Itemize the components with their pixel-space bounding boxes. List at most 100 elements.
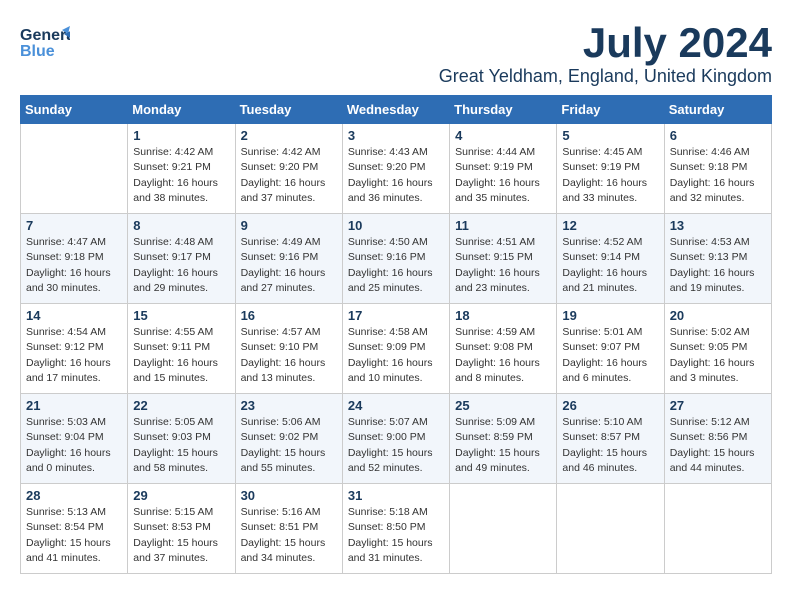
day-info: Sunrise: 4:59 AMSunset: 9:08 PMDaylight:… bbox=[455, 325, 551, 386]
day-number: 23 bbox=[241, 398, 337, 413]
calendar-cell: 30 Sunrise: 5:16 AMSunset: 8:51 PMDayligh… bbox=[235, 484, 342, 574]
day-info: Sunrise: 4:50 AMSunset: 9:16 PMDaylight:… bbox=[348, 235, 444, 296]
day-info: Sunrise: 5:12 AMSunset: 8:56 PMDaylight:… bbox=[670, 415, 766, 476]
day-info: Sunrise: 5:09 AMSunset: 8:59 PMDaylight:… bbox=[455, 415, 551, 476]
calendar-cell: 8 Sunrise: 4:48 AMSunset: 9:17 PMDaylight… bbox=[128, 214, 235, 304]
calendar-cell bbox=[450, 484, 557, 574]
logo-icon: General Blue bbox=[20, 20, 70, 65]
day-number: 12 bbox=[562, 218, 658, 233]
day-info: Sunrise: 5:05 AMSunset: 9:03 PMDaylight:… bbox=[133, 415, 229, 476]
day-number: 31 bbox=[348, 488, 444, 503]
day-number: 21 bbox=[26, 398, 122, 413]
day-number: 30 bbox=[241, 488, 337, 503]
day-info: Sunrise: 5:03 AMSunset: 9:04 PMDaylight:… bbox=[26, 415, 122, 476]
calendar-header: SundayMondayTuesdayWednesdayThursdayFrid… bbox=[21, 96, 772, 124]
header: General Blue July 2024 Great Yeldham, En… bbox=[20, 20, 772, 87]
calendar-cell: 31 Sunrise: 5:18 AMSunset: 8:50 PMDayligh… bbox=[342, 484, 449, 574]
day-number: 27 bbox=[670, 398, 766, 413]
calendar-cell: 11 Sunrise: 4:51 AMSunset: 9:15 PMDayligh… bbox=[450, 214, 557, 304]
day-number: 28 bbox=[26, 488, 122, 503]
calendar-cell: 17Sunrise: 4:58 AMSunset: 9:09 PMDayligh… bbox=[342, 304, 449, 394]
day-info: Sunrise: 5:07 AMSunset: 9:00 PMDaylight:… bbox=[348, 415, 444, 476]
calendar-cell: 10 Sunrise: 4:50 AMSunset: 9:16 PMDayligh… bbox=[342, 214, 449, 304]
day-number: 26 bbox=[562, 398, 658, 413]
logo: General Blue bbox=[20, 20, 70, 70]
day-number: 16 bbox=[241, 308, 337, 323]
calendar-cell: 6 Sunrise: 4:46 AMSunset: 9:18 PMDaylight… bbox=[664, 124, 771, 214]
day-header-sunday: Sunday bbox=[21, 96, 128, 124]
day-number: 8 bbox=[133, 218, 229, 233]
day-info: Sunrise: 4:57 AMSunset: 9:10 PMDaylight:… bbox=[241, 325, 337, 386]
day-info: Sunrise: 4:47 AMSunset: 9:18 PMDaylight:… bbox=[26, 235, 122, 296]
week-row-2: 7Sunrise: 4:47 AMSunset: 9:18 PMDaylight… bbox=[21, 214, 772, 304]
title-area: July 2024 Great Yeldham, England, United… bbox=[439, 20, 772, 87]
day-header-monday: Monday bbox=[128, 96, 235, 124]
day-number: 15 bbox=[133, 308, 229, 323]
day-number: 1 bbox=[133, 128, 229, 143]
day-info: Sunrise: 4:48 AMSunset: 9:17 PMDaylight:… bbox=[133, 235, 229, 296]
week-row-4: 21 Sunrise: 5:03 AMSunset: 9:04 PMDayligh… bbox=[21, 394, 772, 484]
calendar-cell: 15 Sunrise: 4:55 AMSunset: 9:11 PMDayligh… bbox=[128, 304, 235, 394]
calendar-cell: 28Sunrise: 5:13 AMSunset: 8:54 PMDayligh… bbox=[21, 484, 128, 574]
day-number: 19 bbox=[562, 308, 658, 323]
day-info: Sunrise: 5:02 AMSunset: 9:05 PMDaylight:… bbox=[670, 325, 766, 386]
calendar-cell: 7Sunrise: 4:47 AMSunset: 9:18 PMDaylight… bbox=[21, 214, 128, 304]
day-info: Sunrise: 4:45 AMSunset: 9:19 PMDaylight:… bbox=[562, 145, 658, 206]
calendar-cell: 1 Sunrise: 4:42 AMSunset: 9:21 PMDaylight… bbox=[128, 124, 235, 214]
day-info: Sunrise: 4:53 AMSunset: 9:13 PMDaylight:… bbox=[670, 235, 766, 296]
day-header-friday: Friday bbox=[557, 96, 664, 124]
day-info: Sunrise: 5:15 AMSunset: 8:53 PMDaylight:… bbox=[133, 505, 229, 566]
day-number: 6 bbox=[670, 128, 766, 143]
calendar-cell: 23 Sunrise: 5:06 AMSunset: 9:02 PMDayligh… bbox=[235, 394, 342, 484]
calendar-cell: 25Sunrise: 5:09 AMSunset: 8:59 PMDayligh… bbox=[450, 394, 557, 484]
day-info: Sunrise: 5:16 AMSunset: 8:51 PMDaylight:… bbox=[241, 505, 337, 566]
day-info: Sunrise: 4:42 AMSunset: 9:20 PMDaylight:… bbox=[241, 145, 337, 206]
day-info: Sunrise: 5:06 AMSunset: 9:02 PMDaylight:… bbox=[241, 415, 337, 476]
day-number: 29 bbox=[133, 488, 229, 503]
calendar-cell: 18 Sunrise: 4:59 AMSunset: 9:08 PMDayligh… bbox=[450, 304, 557, 394]
day-info: Sunrise: 4:58 AMSunset: 9:09 PMDaylight:… bbox=[348, 325, 444, 386]
week-row-1: 1 Sunrise: 4:42 AMSunset: 9:21 PMDaylight… bbox=[21, 124, 772, 214]
location-title: Great Yeldham, England, United Kingdom bbox=[439, 66, 772, 87]
day-info: Sunrise: 4:46 AMSunset: 9:18 PMDaylight:… bbox=[670, 145, 766, 206]
calendar-cell bbox=[21, 124, 128, 214]
calendar-cell: 24 Sunrise: 5:07 AMSunset: 9:00 PMDayligh… bbox=[342, 394, 449, 484]
day-number: 11 bbox=[455, 218, 551, 233]
day-number: 22 bbox=[133, 398, 229, 413]
svg-text:Blue: Blue bbox=[20, 43, 55, 60]
calendar-cell bbox=[664, 484, 771, 574]
day-number: 18 bbox=[455, 308, 551, 323]
day-number: 20 bbox=[670, 308, 766, 323]
day-number: 24 bbox=[348, 398, 444, 413]
calendar-cell: 14Sunrise: 4:54 AMSunset: 9:12 PMDayligh… bbox=[21, 304, 128, 394]
calendar-cell bbox=[557, 484, 664, 574]
calendar-cell: 9 Sunrise: 4:49 AMSunset: 9:16 PMDaylight… bbox=[235, 214, 342, 304]
day-number: 13 bbox=[670, 218, 766, 233]
day-number: 5 bbox=[562, 128, 658, 143]
day-info: Sunrise: 4:51 AMSunset: 9:15 PMDaylight:… bbox=[455, 235, 551, 296]
day-info: Sunrise: 4:55 AMSunset: 9:11 PMDaylight:… bbox=[133, 325, 229, 386]
day-info: Sunrise: 5:10 AMSunset: 8:57 PMDaylight:… bbox=[562, 415, 658, 476]
day-info: Sunrise: 4:42 AMSunset: 9:21 PMDaylight:… bbox=[133, 145, 229, 206]
day-info: Sunrise: 4:43 AMSunset: 9:20 PMDaylight:… bbox=[348, 145, 444, 206]
day-number: 9 bbox=[241, 218, 337, 233]
day-info: Sunrise: 4:52 AMSunset: 9:14 PMDaylight:… bbox=[562, 235, 658, 296]
days-of-week-row: SundayMondayTuesdayWednesdayThursdayFrid… bbox=[21, 96, 772, 124]
day-number: 3 bbox=[348, 128, 444, 143]
day-info: Sunrise: 4:54 AMSunset: 9:12 PMDaylight:… bbox=[26, 325, 122, 386]
day-info: Sunrise: 5:18 AMSunset: 8:50 PMDaylight:… bbox=[348, 505, 444, 566]
calendar-body: 1 Sunrise: 4:42 AMSunset: 9:21 PMDaylight… bbox=[21, 124, 772, 574]
day-number: 10 bbox=[348, 218, 444, 233]
day-info: Sunrise: 5:01 AMSunset: 9:07 PMDaylight:… bbox=[562, 325, 658, 386]
day-header-saturday: Saturday bbox=[664, 96, 771, 124]
day-header-wednesday: Wednesday bbox=[342, 96, 449, 124]
calendar-cell: 16 Sunrise: 4:57 AMSunset: 9:10 PMDayligh… bbox=[235, 304, 342, 394]
day-number: 4 bbox=[455, 128, 551, 143]
day-header-thursday: Thursday bbox=[450, 96, 557, 124]
calendar-cell: 13 Sunrise: 4:53 AMSunset: 9:13 PMDayligh… bbox=[664, 214, 771, 304]
month-title: July 2024 bbox=[439, 20, 772, 66]
calendar-cell: 12 Sunrise: 4:52 AMSunset: 9:14 PMDayligh… bbox=[557, 214, 664, 304]
calendar-cell: 21 Sunrise: 5:03 AMSunset: 9:04 PMDayligh… bbox=[21, 394, 128, 484]
day-info: Sunrise: 4:49 AMSunset: 9:16 PMDaylight:… bbox=[241, 235, 337, 296]
calendar-cell: 5 Sunrise: 4:45 AMSunset: 9:19 PMDaylight… bbox=[557, 124, 664, 214]
